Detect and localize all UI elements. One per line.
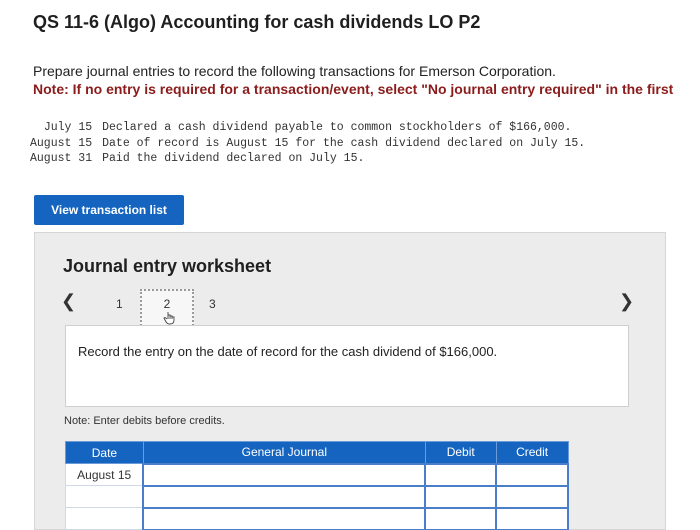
journal-date-cell: August 15: [65, 463, 144, 486]
transaction-description: Date of record is August 15 for the cash…: [102, 136, 586, 150]
page-2-label: 2: [163, 297, 171, 311]
view-transaction-list-button[interactable]: View transaction list: [34, 195, 184, 225]
credit-input[interactable]: [495, 462, 569, 487]
debits-note: Note: Enter debits before credits.: [64, 415, 225, 427]
chevron-right-icon[interactable]: ❯: [619, 291, 634, 312]
debit-input[interactable]: [424, 462, 498, 487]
column-header-debit: Debit: [424, 441, 497, 464]
page-title: QS 11-6 (Algo) Accounting for cash divid…: [33, 12, 481, 32]
worksheet-title: Journal entry worksheet: [63, 256, 272, 276]
journal-entry-worksheet: Journal entry worksheet ❮ 1 2 3 ❯ Record…: [34, 232, 666, 530]
transaction-description: Declared a cash dividend payable to comm…: [102, 121, 572, 134]
transactions-list: July 15 Declared a cash dividend payable…: [30, 120, 585, 167]
page-3-link[interactable]: 3: [209, 297, 216, 311]
column-header-date: Date: [65, 441, 144, 464]
credit-input[interactable]: [495, 506, 569, 530]
debit-input[interactable]: [424, 506, 498, 530]
column-header-general-journal: General Journal: [142, 441, 426, 464]
hand-cursor-icon: [163, 312, 175, 325]
account-select[interactable]: [142, 506, 427, 530]
entry-instruction-text: Record the entry on the date of record f…: [78, 344, 498, 359]
debit-input[interactable]: [424, 484, 498, 509]
journal-row: [65, 506, 569, 530]
transaction-description: Paid the dividend declared on July 15.: [102, 152, 365, 165]
journal-date-cell: [65, 507, 144, 530]
transaction-date: August 15: [30, 136, 93, 150]
chevron-left-icon[interactable]: ❮: [61, 291, 76, 312]
worksheet-pager: ❮ 1 2 3 ❯: [35, 289, 667, 329]
journal-date-cell: [65, 485, 144, 508]
entry-instruction-box: Record the entry on the date of record f…: [65, 325, 629, 407]
general-journal-table: Date General Journal Debit Credit August…: [65, 441, 569, 530]
instructions-prompt: Prepare journal entries to record the fo…: [33, 63, 556, 79]
transaction-row: July 15 Declared a cash dividend payable…: [30, 120, 585, 136]
journal-row: August 15: [65, 462, 569, 487]
instructions: Prepare journal entries to record the fo…: [33, 62, 673, 98]
page-1-link[interactable]: 1: [116, 297, 123, 311]
journal-row: [65, 484, 569, 509]
transaction-date: July 15: [43, 121, 93, 134]
column-header-credit: Credit: [495, 441, 569, 464]
instructions-note: Note: If no entry is required for a tran…: [33, 81, 674, 97]
account-select[interactable]: [142, 484, 427, 509]
transaction-date: August 31: [30, 152, 93, 165]
transaction-row: August 15 Date of record is August 15 fo…: [30, 136, 585, 152]
account-select[interactable]: [142, 462, 427, 487]
credit-input[interactable]: [495, 484, 569, 509]
transaction-row: August 31 Paid the dividend declared on …: [30, 151, 585, 167]
journal-header-row: Date General Journal Debit Credit: [65, 441, 569, 464]
